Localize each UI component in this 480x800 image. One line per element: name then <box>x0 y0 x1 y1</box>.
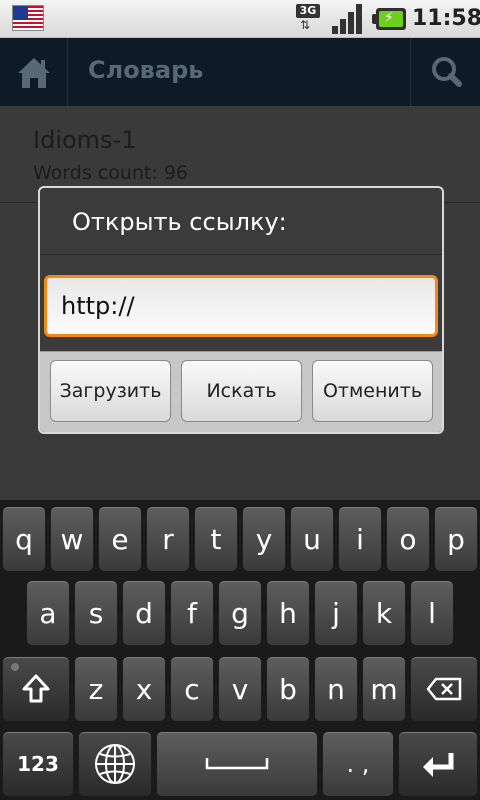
numbers-key-label: 123 <box>17 752 59 776</box>
key-f[interactable]: f <box>170 580 214 646</box>
cancel-button[interactable]: Отменить <box>312 360 433 422</box>
key-p[interactable]: p <box>434 506 478 572</box>
key-k[interactable]: k <box>362 580 406 646</box>
key-a[interactable]: a <box>26 580 70 646</box>
space-icon <box>205 758 269 770</box>
numbers-key[interactable]: 123 <box>2 731 74 797</box>
network-label: 3G <box>296 4 320 18</box>
enter-icon <box>423 753 454 777</box>
battery-charging-icon: ⚡ <box>372 8 406 30</box>
search-icon <box>432 57 462 87</box>
key-c[interactable]: c <box>170 656 214 722</box>
search-button[interactable] <box>410 38 480 106</box>
status-bar: 3G ⇅ ⚡ 11:58 <box>0 0 480 38</box>
key-r[interactable]: r <box>146 506 190 572</box>
key-h[interactable]: h <box>266 580 310 646</box>
home-button[interactable] <box>0 38 68 106</box>
key-u[interactable]: u <box>290 506 334 572</box>
key-e[interactable]: e <box>98 506 142 572</box>
key-j[interactable]: j <box>314 580 358 646</box>
dialog-button-bar: Загрузить Искать Отменить <box>40 351 442 432</box>
enter-key[interactable] <box>398 731 478 797</box>
clock: 11:58 <box>412 6 480 31</box>
app-bar: Словарь <box>0 38 480 106</box>
us-flag-icon <box>12 5 44 31</box>
load-button[interactable]: Загрузить <box>50 360 171 422</box>
globe-icon <box>95 744 135 784</box>
key-n[interactable]: n <box>314 656 358 722</box>
key-d[interactable]: d <box>122 580 166 646</box>
punctuation-key-label: . , <box>346 750 370 778</box>
key-l[interactable]: l <box>410 580 454 646</box>
open-link-dialog: Открыть ссылку: Загрузить Искать Отменит… <box>38 186 444 434</box>
key-s[interactable]: s <box>74 580 118 646</box>
key-y[interactable]: y <box>242 506 286 572</box>
list-item-subtitle: Words count: 96 <box>33 162 188 184</box>
shift-key[interactable] <box>2 656 70 722</box>
url-input[interactable] <box>44 275 438 337</box>
app-title: Словарь <box>88 56 204 84</box>
home-icon <box>18 58 50 88</box>
soft-keyboard: q w e r t y u i o p a s d f g h j k l z … <box>0 500 480 800</box>
shift-icon <box>22 674 50 703</box>
key-m[interactable]: m <box>362 656 406 722</box>
key-w[interactable]: w <box>50 506 94 572</box>
key-q[interactable]: q <box>2 506 46 572</box>
key-g[interactable]: g <box>218 580 262 646</box>
url-input-container <box>40 255 442 351</box>
search-button[interactable]: Искать <box>181 360 302 422</box>
space-key[interactable] <box>156 731 318 797</box>
key-v[interactable]: v <box>218 656 262 722</box>
key-z[interactable]: z <box>74 656 118 722</box>
network-3g-icon: 3G ⇅ <box>296 4 326 34</box>
punctuation-key[interactable]: . , <box>322 731 394 797</box>
key-b[interactable]: b <box>266 656 310 722</box>
key-o[interactable]: o <box>386 506 430 572</box>
backspace-key[interactable] <box>410 656 478 722</box>
dialog-title: Открыть ссылку: <box>72 208 287 236</box>
signal-strength-icon <box>332 4 366 34</box>
key-i[interactable]: i <box>338 506 382 572</box>
list-item-title: Idioms-1 <box>33 126 137 154</box>
backspace-icon <box>426 677 462 701</box>
language-key[interactable] <box>78 731 152 797</box>
shift-indicator-dot <box>11 663 19 671</box>
key-x[interactable]: x <box>122 656 166 722</box>
key-t[interactable]: t <box>194 506 238 572</box>
